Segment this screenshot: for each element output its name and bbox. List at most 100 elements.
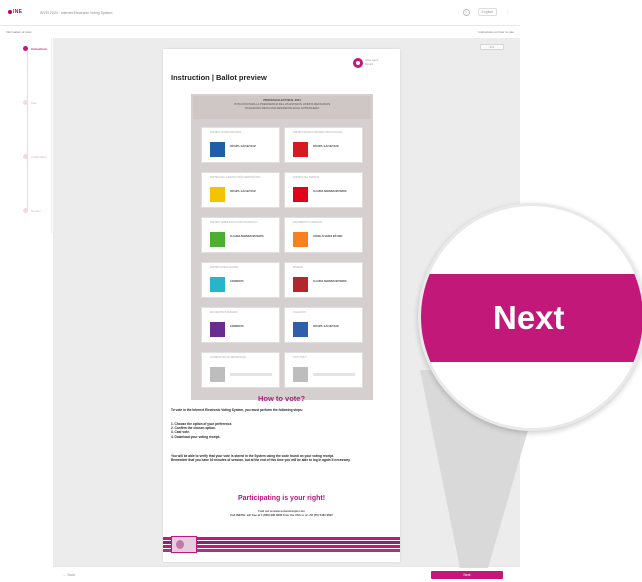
more-menu-icon[interactable]: ⋮ bbox=[505, 9, 510, 15]
candidate-option: PARTIDO VERDE ECOLOGISTA DE MÉXICO CLAUDI… bbox=[201, 217, 280, 253]
candidate-option: COALICIÓN XÓCHITL GÁLVEZ RUIZ bbox=[284, 307, 363, 343]
footer-stripe bbox=[163, 545, 400, 548]
candidate-option: ENCUENTRO SOLIDARIO CANDIDATO bbox=[201, 307, 280, 343]
candidate-option: PARTIDO DEL TRABAJO CLAUDIA SHEINBAUM PAR… bbox=[284, 172, 363, 208]
sub-header: Information of voter Instructions on how… bbox=[0, 27, 520, 37]
party-logo-icon bbox=[293, 367, 308, 382]
step-instructions: Instructions bbox=[23, 46, 47, 51]
step-dot-icon bbox=[23, 154, 28, 159]
voting-steps-list: 1. Choose the option of your preference.… bbox=[171, 422, 393, 439]
candidate-name: CANDIDATO bbox=[230, 326, 244, 328]
doc-user-info: Voter name Mexico bbox=[365, 59, 378, 66]
contact-info: Find out at www.votoextranjero.mx Call I… bbox=[163, 509, 400, 517]
how-to-vote-intro: To vote in the Internet Electronic Votin… bbox=[171, 408, 303, 412]
ballot-header: PROCESO ELECTORAL 2024 VOTACIÓN PARA LA … bbox=[193, 96, 371, 119]
step-label: Confirmation bbox=[31, 154, 47, 159]
candidate-name: XÓCHITL GÁLVEZ RUIZ bbox=[313, 146, 339, 148]
next-button[interactable]: Next bbox=[431, 571, 503, 579]
party-name: PARTIDO REVOLUCIONARIO INSTITUCIONAL bbox=[293, 132, 343, 134]
party-name: VOTO NULO bbox=[293, 357, 307, 359]
party-name: MORENA bbox=[293, 267, 304, 269]
step-vote: Vote bbox=[23, 100, 37, 105]
app-header: INE SIVEI 2024 · Internet Electronic Vot… bbox=[0, 0, 520, 26]
ine-logo: INE bbox=[8, 9, 22, 15]
candidate-option: MORENA CLAUDIA SHEINBAUM PARDO bbox=[284, 262, 363, 298]
document-footer-band bbox=[163, 536, 400, 553]
candidate-option: CANDIDATURA NO REGISTRADA bbox=[201, 352, 280, 388]
magnified-next-button: Next bbox=[421, 274, 642, 362]
step-receipt: Receipt bbox=[23, 208, 40, 213]
party-name: COALICIÓN bbox=[293, 312, 306, 314]
logo-text: INE bbox=[13, 9, 23, 15]
header-actions: ? English ⋮ bbox=[462, 8, 510, 16]
party-logo-icon bbox=[293, 232, 308, 247]
page-title: Instruction | Ballot preview bbox=[171, 73, 267, 82]
magnifier-lens: Next bbox=[418, 203, 642, 431]
participating-heading: Participating is your right! bbox=[237, 495, 326, 502]
user-avatar-icon bbox=[353, 58, 363, 68]
step-label: Instructions bbox=[31, 46, 48, 51]
candidate-name: CANDIDATO bbox=[230, 281, 244, 283]
bottom-navigation: ← Back Next bbox=[53, 566, 520, 582]
step-label: Receipt bbox=[31, 208, 41, 213]
party-logo-icon bbox=[293, 187, 308, 202]
candidate-name: XÓCHITL GÁLVEZ RUIZ bbox=[313, 326, 339, 328]
footer-stripe bbox=[163, 537, 400, 540]
candidate-name: CLAUDIA SHEINBAUM PARDO bbox=[313, 281, 347, 283]
step-connector bbox=[27, 50, 28, 210]
step-confirmation: Confirmation bbox=[23, 154, 47, 159]
user-country: Mexico bbox=[365, 62, 374, 66]
candidate-name: CLAUDIA SHEINBAUM PARDO bbox=[230, 236, 264, 238]
phone-line: Call INETEL toll free at 1 (866) 986 830… bbox=[230, 513, 333, 517]
candidate-option: PARTIDO DE LA REVOLUCIÓN DEMOCRÁTICA XÓCH… bbox=[201, 172, 280, 208]
party-logo-icon bbox=[293, 142, 308, 157]
exit-button[interactable]: Exit bbox=[480, 44, 504, 50]
party-name: CANDIDATURA NO REGISTRADA bbox=[210, 357, 246, 359]
party-name: MOVIMIENTO CIUDADANO bbox=[293, 222, 323, 224]
party-logo-icon bbox=[293, 322, 308, 337]
candidate-name: JORGE ÁLVAREZ MÁYNEZ bbox=[313, 236, 343, 238]
campaign-logo-image bbox=[171, 536, 197, 553]
candidate-option: MOVIMIENTO CIUDADANO JORGE ÁLVAREZ MÁYNEZ bbox=[284, 217, 363, 253]
step-sidebar: Instructions Vote Confirmation Receipt bbox=[0, 38, 52, 233]
party-logo-icon bbox=[210, 367, 225, 382]
instruction-document[interactable]: Voter name Mexico Instruction | Ballot p… bbox=[163, 49, 400, 562]
candidate-name: XÓCHITL GÁLVEZ RUIZ bbox=[230, 191, 256, 193]
party-logo-icon bbox=[210, 232, 225, 247]
candidate-name: XÓCHITL GÁLVEZ RUIZ bbox=[230, 146, 256, 148]
party-name: PARTIDO ACCIÓN NACIONAL bbox=[210, 132, 242, 134]
party-logo-icon bbox=[210, 142, 225, 157]
language-select[interactable]: English bbox=[477, 8, 497, 16]
party-name: ENCUENTRO SOLIDARIO bbox=[210, 312, 238, 314]
step-label: Vote bbox=[31, 100, 37, 105]
party-logo-icon bbox=[210, 322, 225, 337]
party-name: PARTIDO DE LA REVOLUCIÓN DEMOCRÁTICA bbox=[210, 177, 261, 179]
help-icon[interactable]: ? bbox=[462, 8, 470, 16]
candidate-name: CLAUDIA SHEINBAUM PARDO bbox=[313, 191, 347, 193]
list-item: 4. Download your voting receipt. bbox=[171, 434, 221, 439]
voter-info-label: Information of voter bbox=[6, 30, 32, 34]
party-name: PARTIDO DEL TRABAJO bbox=[293, 177, 320, 179]
party-name: PARTIDO NUEVA ALIANZA bbox=[210, 267, 239, 269]
blank-line bbox=[230, 373, 272, 376]
party-logo-icon bbox=[210, 187, 225, 202]
how-to-vote-heading: How to vote? bbox=[257, 394, 306, 403]
ballot-header-line: CIUDADANO MEXICANO RESIDENTE EN EL EXTRA… bbox=[244, 107, 320, 110]
blank-line bbox=[313, 373, 355, 376]
verify-text: You will be able to verify that your vot… bbox=[171, 454, 393, 462]
party-logo-icon bbox=[293, 277, 308, 292]
remember-paragraph: Remember that you have 30 minutes of ses… bbox=[171, 458, 351, 463]
instructions-label: Instructions on how to vote bbox=[478, 30, 514, 34]
back-button[interactable]: ← Back bbox=[63, 573, 75, 577]
candidate-option: PARTIDO NUEVA ALIANZA CANDIDATO bbox=[201, 262, 280, 298]
step-dot-icon bbox=[23, 208, 28, 213]
candidate-option: VOTO NULO bbox=[284, 352, 363, 388]
candidate-option: PARTIDO REVOLUCIONARIO INSTITUCIONAL XÓCH… bbox=[284, 127, 363, 163]
logo-mark-icon bbox=[8, 9, 12, 14]
candidate-option: PARTIDO ACCIÓN NACIONAL XÓCHITL GÁLVEZ RU… bbox=[201, 127, 280, 163]
magnified-next-label: Next bbox=[493, 299, 565, 336]
party-logo-icon bbox=[210, 277, 225, 292]
party-name: PARTIDO VERDE ECOLOGISTA DE MÉXICO bbox=[210, 222, 258, 224]
footer-stripe bbox=[163, 549, 400, 552]
ballot-preview: PROCESO ELECTORAL 2024 VOTACIÓN PARA LA … bbox=[191, 94, 373, 400]
